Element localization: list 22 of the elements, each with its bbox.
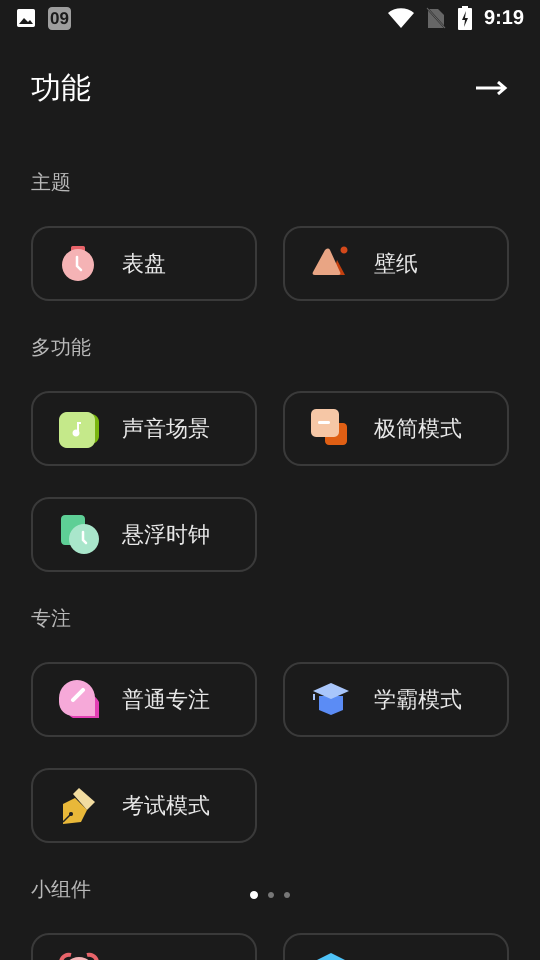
section-title: 多功能 [31, 336, 92, 361]
feature-card[interactable]: 壁纸 [283, 226, 509, 301]
feature-card[interactable]: 声音场景 [31, 391, 257, 466]
feature-card[interactable]: 表盘 [31, 226, 257, 301]
date-badge: 09 [48, 6, 71, 30]
feature-card[interactable]: 悬浮时钟 [31, 497, 257, 572]
section-title: 专注 [31, 607, 72, 632]
clock-icon [59, 514, 99, 554]
clock-time: 9:19 [484, 6, 524, 31]
feature-card[interactable]: 考试模式 [31, 768, 257, 843]
feature-card[interactable]: 学霸模式 [283, 662, 509, 737]
battery-charging-icon [458, 6, 472, 30]
image-icon [16, 8, 36, 28]
feature-card[interactable]: 普通专注 [31, 662, 257, 737]
feature-card[interactable]: 极简模式 [283, 391, 509, 466]
forward-arrow-icon[interactable] [476, 80, 508, 96]
wifi-icon [388, 8, 414, 28]
section-title: 主题 [31, 171, 72, 196]
page-title: 功能 [31, 70, 91, 106]
section-title: 小组件 [31, 878, 92, 903]
no-sim-icon [426, 7, 446, 29]
speech-bubble-icon [59, 680, 99, 720]
